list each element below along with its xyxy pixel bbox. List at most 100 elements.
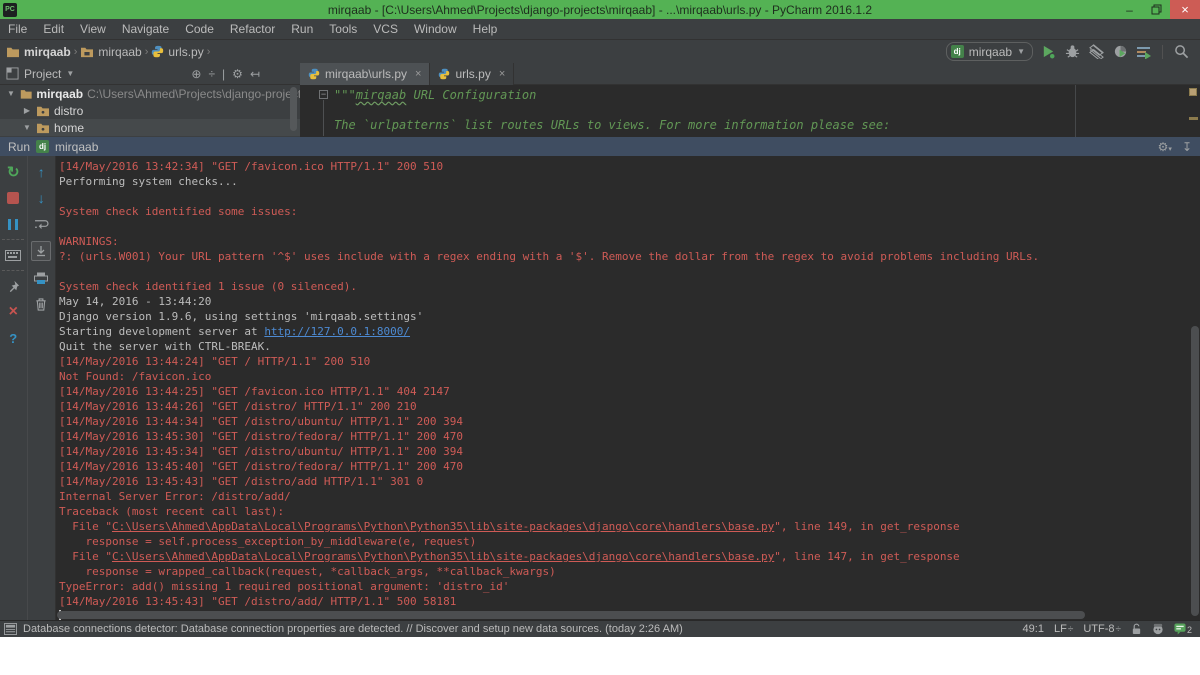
- menu-item-vcs[interactable]: VCS: [365, 19, 406, 40]
- line-separator-widget[interactable]: LF÷: [1054, 623, 1073, 635]
- rerun-button[interactable]: ↻: [4, 163, 22, 181]
- run-toolwindow: Run dj mirqaab ⚙▾ ↧ ↻: [0, 137, 1200, 620]
- code-line-docstring-body: The `urlpatterns` list routes URLs to vi…: [334, 118, 890, 133]
- menu-item-refactor[interactable]: Refactor: [222, 19, 283, 40]
- hide-panel-icon[interactable]: ↤: [250, 67, 260, 81]
- run-button[interactable]: [1039, 43, 1057, 61]
- menu-item-run[interactable]: Run: [283, 19, 321, 40]
- pause-output-button[interactable]: [4, 215, 22, 233]
- inspection-status-icon[interactable]: [1189, 88, 1197, 96]
- console-line: File "C:\Users\Ahmed\AppData\Local\Progr…: [59, 549, 1200, 564]
- locate-file-icon[interactable]: ⊕: [191, 67, 201, 81]
- console-line: [59, 219, 1200, 234]
- menu-item-edit[interactable]: Edit: [35, 19, 72, 40]
- prev-occurrence-button[interactable]: ↑: [32, 163, 50, 181]
- gear-icon[interactable]: ⚙▾: [1158, 140, 1172, 154]
- menu-item-navigate[interactable]: Navigate: [114, 19, 177, 40]
- trash-icon: [35, 298, 47, 311]
- collapse-all-icon[interactable]: ÷: [208, 67, 215, 81]
- menu-item-view[interactable]: View: [72, 19, 114, 40]
- close-tab-icon[interactable]: ×: [415, 68, 421, 80]
- console-line: Quit the server with CTRL-BREAK.: [59, 339, 1200, 354]
- print-button[interactable]: [32, 269, 50, 287]
- bug-icon: [1065, 44, 1080, 59]
- encoding-widget[interactable]: UTF-8÷: [1083, 623, 1121, 635]
- project-header-icons: ⊕ ÷ | ⚙ ↤: [191, 67, 260, 81]
- fold-marker-icon[interactable]: −: [319, 90, 328, 99]
- tab-urls[interactable]: urls.py ×: [430, 63, 514, 85]
- menu-item-window[interactable]: Window: [406, 19, 465, 40]
- tree-item-distro[interactable]: ▶ distro: [0, 102, 300, 119]
- debug-button[interactable]: [1063, 43, 1081, 61]
- run-toolwindow-header[interactable]: Run dj mirqaab ⚙▾ ↧: [0, 137, 1200, 156]
- console-link[interactable]: http://127.0.0.1:8000/: [264, 325, 410, 338]
- hide-toolwindow-icon[interactable]: ↧: [1182, 140, 1192, 154]
- chevron-icon: ›: [145, 46, 149, 58]
- pin-tab-button[interactable]: [4, 277, 22, 295]
- hector-inspector-widget[interactable]: [1152, 623, 1164, 635]
- event-log-widget[interactable]: 2: [1174, 623, 1192, 635]
- console-line: response = self.process_exception_by_mid…: [59, 534, 1200, 549]
- editor-pane[interactable]: − """mirqaab URL Configuration The `urlp…: [300, 85, 1200, 137]
- scroll-to-end-button[interactable]: [31, 241, 51, 261]
- close-button[interactable]: ×: [1170, 0, 1200, 19]
- breadcrumb-file[interactable]: urls.py: [151, 45, 203, 59]
- minimize-button[interactable]: –: [1116, 0, 1143, 19]
- console-line: Traceback (most recent call last):: [59, 504, 1200, 519]
- profiler-button[interactable]: [1111, 43, 1129, 61]
- tab-mirqaab-urls[interactable]: mirqaab\urls.py ×: [300, 63, 430, 85]
- breadcrumb-package[interactable]: mirqaab: [80, 45, 141, 59]
- close-console-button[interactable]: ×: [4, 303, 22, 321]
- close-tab-icon[interactable]: ×: [499, 68, 505, 80]
- clear-all-button[interactable]: [32, 295, 50, 313]
- editor-tabs: mirqaab\urls.py × urls.py ×: [300, 63, 514, 85]
- tree-expanded-icon[interactable]: ▼: [6, 89, 16, 98]
- menu-item-code[interactable]: Code: [177, 19, 222, 40]
- status-bar: Database connections detector: Database …: [0, 620, 1200, 637]
- run-configuration-label: mirqaab: [969, 45, 1012, 59]
- readonly-lock-widget[interactable]: [1131, 623, 1142, 635]
- warning-stripe-mark[interactable]: [1189, 117, 1198, 120]
- stop-button[interactable]: [4, 189, 22, 207]
- help-button[interactable]: ?: [4, 329, 22, 347]
- tree-expanded-icon[interactable]: ▼: [22, 123, 32, 132]
- toolwindow-quick-access-icon[interactable]: [4, 623, 17, 635]
- unlocked-icon: [1131, 623, 1142, 635]
- console-line: WARNINGS:: [59, 234, 1200, 249]
- gear-icon[interactable]: ⚙: [232, 67, 243, 81]
- project-tree-scrollbar[interactable]: [290, 87, 297, 131]
- toolbar-separator: [2, 239, 24, 240]
- keyboard-icon: [5, 250, 21, 261]
- chevron-icon: ›: [207, 46, 211, 58]
- caret-position-widget[interactable]: 49:1: [1023, 623, 1044, 635]
- tree-collapsed-icon[interactable]: ▶: [22, 106, 32, 115]
- main-area: ▼ mirqaab C:\Users\Ahmed\Projects\django…: [0, 85, 1200, 137]
- run-configuration-selector[interactable]: dj mirqaab ▼: [946, 42, 1033, 61]
- restore-button[interactable]: [1143, 0, 1170, 19]
- console-horizontal-scrollbar[interactable]: [57, 611, 1085, 619]
- console-vertical-scrollbar[interactable]: [1191, 326, 1199, 616]
- menu-item-help[interactable]: Help: [465, 19, 506, 40]
- search-icon: [1174, 44, 1189, 59]
- menu-item-tools[interactable]: Tools: [321, 19, 365, 40]
- console-line: [14/May/2016 13:44:26] "GET /distro/ HTT…: [59, 399, 1200, 414]
- search-everywhere-button[interactable]: [1172, 43, 1190, 61]
- console-link[interactable]: C:\Users\Ahmed\AppData\Local\Programs\Py…: [112, 520, 774, 533]
- project-toolwindow-header[interactable]: Project ▼ ⊕ ÷ | ⚙ ↤: [0, 63, 300, 84]
- menu-item-file[interactable]: File: [0, 19, 35, 40]
- console-link[interactable]: C:\Users\Ahmed\AppData\Local\Programs\Py…: [112, 550, 774, 563]
- tree-item-home[interactable]: ▼ home: [0, 119, 300, 136]
- project-tree: ▼ mirqaab C:\Users\Ahmed\Projects\django…: [0, 85, 300, 137]
- console-output[interactable]: [14/May/2016 13:42:34] "GET /favicon.ico…: [56, 156, 1200, 620]
- tree-item-mirqaab-root[interactable]: ▼ mirqaab C:\Users\Ahmed\Projects\django…: [0, 85, 300, 102]
- run-with-coverage-button[interactable]: [1087, 43, 1105, 61]
- breadcrumb-project[interactable]: mirqaab: [6, 45, 71, 59]
- status-message[interactable]: Database connections detector: Database …: [23, 623, 683, 635]
- run-header-icons: ⚙▾ ↧: [1158, 140, 1192, 154]
- toolbar-right: dj mirqaab ▼: [946, 42, 1200, 61]
- show-command-line-button[interactable]: [4, 246, 22, 264]
- concurrency-diagram-button[interactable]: [1135, 43, 1153, 61]
- soft-wrap-button[interactable]: [32, 215, 50, 233]
- next-occurrence-button[interactable]: ↓: [32, 189, 50, 207]
- editor-code[interactable]: """mirqaab URL Configuration The `urlpat…: [334, 85, 890, 137]
